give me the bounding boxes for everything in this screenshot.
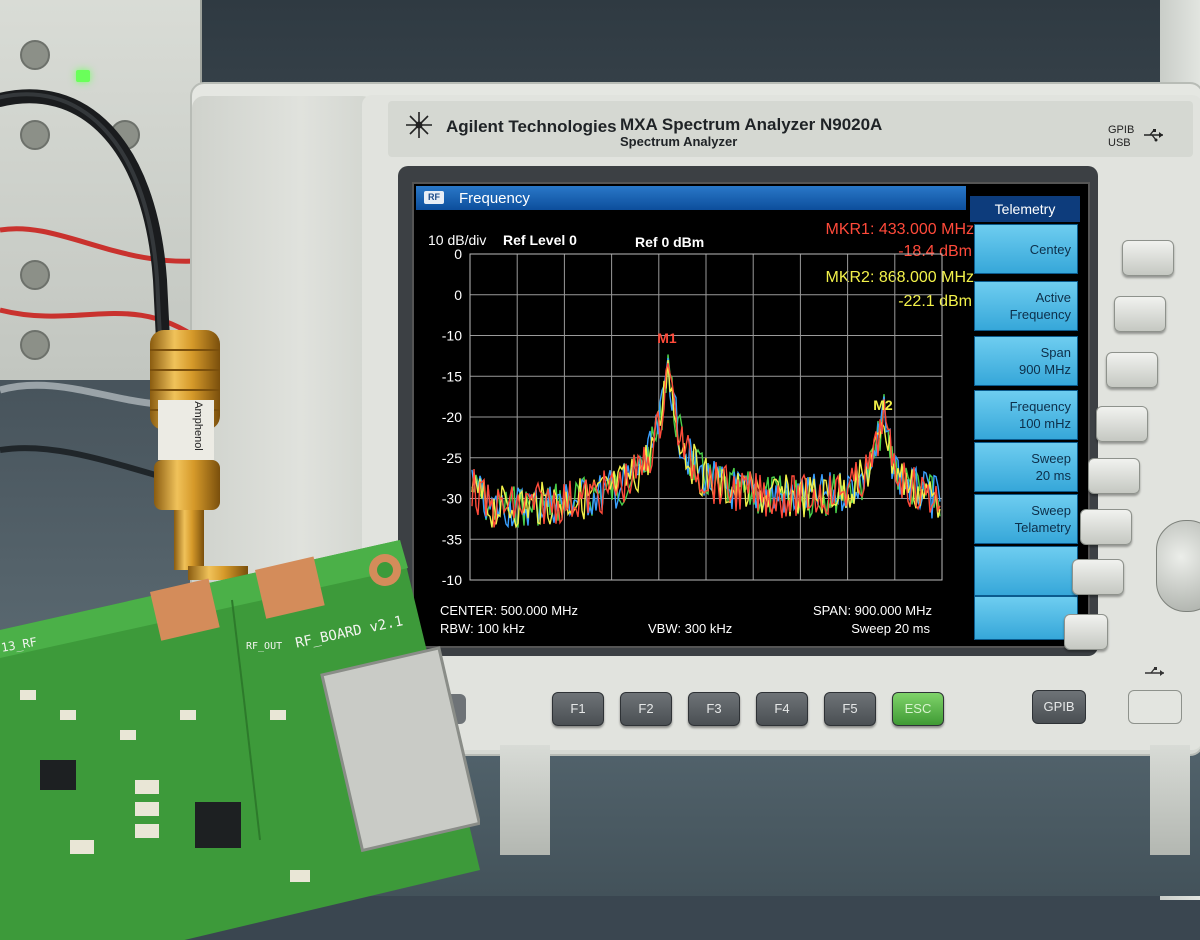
spectrum-plot: 00-10-15-20-25-30-35-10 M1 M2 xyxy=(442,246,943,588)
plot-grid xyxy=(469,253,943,581)
display-title: Frequency xyxy=(459,190,530,207)
softkey-label-line1: Sweep xyxy=(1031,503,1071,518)
model-name: MXA Spectrum Analyzer N9020A xyxy=(620,115,883,134)
f2-key[interactable]: F2 xyxy=(620,692,672,726)
softkey-1[interactable]: Centey xyxy=(974,224,1078,274)
y-tick-label: -20 xyxy=(442,409,462,425)
io-label: GPIB USB xyxy=(1108,124,1135,149)
softkey-6[interactable]: Sweep Telametry xyxy=(974,494,1078,544)
rotary-knob[interactable] xyxy=(1156,520,1200,612)
sweep-label: Sweep 20 ms xyxy=(851,621,930,636)
y-tick-label: -30 xyxy=(442,491,462,507)
f1-key[interactable]: F1 xyxy=(552,692,604,726)
esc-key[interactable]: ESC xyxy=(892,692,944,726)
softkey-4[interactable]: Frequency 100 mHz xyxy=(974,390,1078,440)
softkey-label-line2: Telametry xyxy=(1014,520,1071,535)
softkey-label-line1: Frequency xyxy=(1009,399,1071,414)
model-subtitle: Spectrum Analyzer xyxy=(620,134,738,149)
softkey-label-line1: Span xyxy=(1040,345,1071,360)
y-tick-label: -25 xyxy=(442,450,462,466)
analyzer-foot xyxy=(1150,745,1190,855)
marker2-tag: M2 xyxy=(873,397,893,413)
softkey-label-line1: Sweep xyxy=(1031,451,1071,466)
softkey-7[interactable] xyxy=(974,546,1078,596)
usb-icon xyxy=(1145,667,1164,676)
brand-name: Agilent Technologies xyxy=(446,117,617,136)
vbw-label: VBW: 300 kHz xyxy=(648,621,733,636)
y-tick-label: -10 xyxy=(442,328,462,344)
softkey-menu-title: Telemetry xyxy=(970,196,1080,222)
y-tick-label: -15 xyxy=(442,368,462,384)
softkey-button-6[interactable] xyxy=(1080,509,1132,545)
softkey-label-line1: Centey xyxy=(1029,241,1071,257)
f3-key[interactable]: F3 xyxy=(688,692,740,726)
softkey-label-line2: 100 mHz xyxy=(1018,416,1071,431)
softkey-8[interactable] xyxy=(974,596,1078,640)
y-tick-label: 0 xyxy=(454,246,462,262)
softkey-button-8[interactable] xyxy=(1064,614,1108,650)
agilent-spark-icon xyxy=(406,112,432,138)
softkey-2[interactable]: Active Frequency xyxy=(974,281,1078,331)
y-tick-label: 0 xyxy=(454,287,462,303)
rf-mode-icon: RF xyxy=(424,191,444,204)
marker1-tag: M1 xyxy=(657,330,677,346)
softkey-label-line1: Active xyxy=(1035,290,1071,305)
connector-brand: Amphenol xyxy=(192,401,204,451)
gpib-key[interactable]: GPIB xyxy=(1032,690,1086,724)
softkey-label-line2: 20 ms xyxy=(1035,468,1071,483)
y-axis-ticks: 00-10-15-20-25-30-35-10 xyxy=(442,246,462,588)
softkey-button-1[interactable] xyxy=(1122,240,1174,276)
f4-key[interactable]: F4 xyxy=(756,692,808,726)
softkey-button-7[interactable] xyxy=(1072,559,1124,595)
rf-circuit-board xyxy=(0,540,480,940)
usb-port[interactable] xyxy=(1128,690,1182,724)
softkey-label-line2: 900 MHz xyxy=(1018,362,1071,377)
softkey-3[interactable]: Span 900 MHz xyxy=(974,336,1078,386)
softkey-button-4[interactable] xyxy=(1096,406,1148,442)
softkey-label-line2: Frequency xyxy=(1009,307,1071,322)
softkey-button-2[interactable] xyxy=(1114,296,1166,332)
f5-key[interactable]: F5 xyxy=(824,692,876,726)
usb-icon xyxy=(1144,129,1163,142)
analyzer-foot xyxy=(500,745,550,855)
softkey-button-3[interactable] xyxy=(1106,352,1158,388)
softkey-button-5[interactable] xyxy=(1088,458,1140,494)
softkey-5[interactable]: Sweep 20 ms xyxy=(974,442,1078,492)
rf-out-silkscreen: RF_OUT xyxy=(246,641,283,652)
